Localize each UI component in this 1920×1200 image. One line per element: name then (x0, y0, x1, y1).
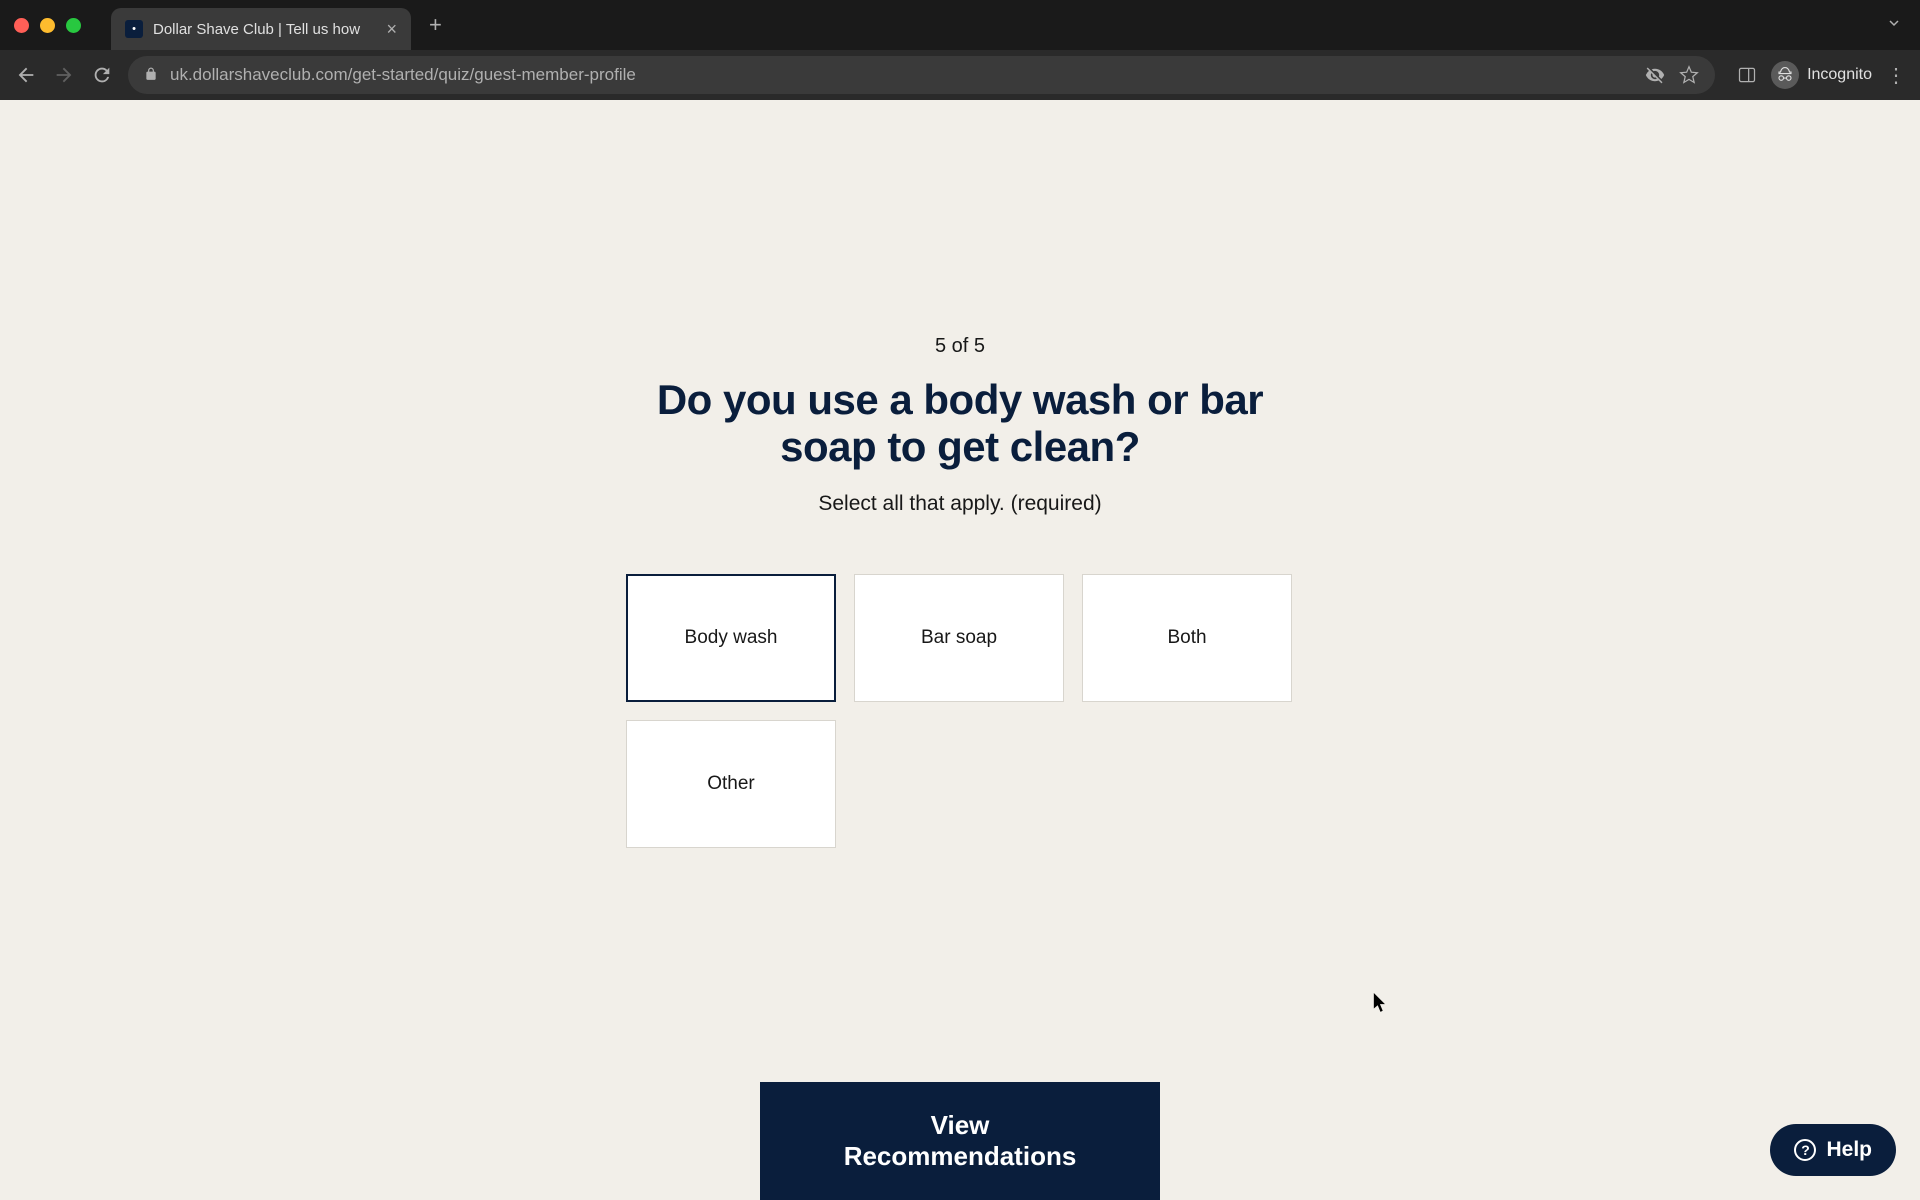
instruction-text: Select all that apply. (required) (620, 492, 1300, 516)
url-text: uk.dollarshaveclub.com/get-started/quiz/… (170, 65, 636, 85)
url-field[interactable]: uk.dollarshaveclub.com/get-started/quiz/… (128, 56, 1715, 94)
tab-close-icon[interactable]: × (386, 19, 397, 40)
option-label: Both (1167, 627, 1206, 649)
browser-chrome: • Dollar Shave Club | Tell us how × + uk… (0, 0, 1920, 100)
option-body-wash[interactable]: Body wash (626, 574, 836, 702)
progress-text: 5 of 5 (620, 335, 1300, 358)
tab-overflow-icon[interactable] (1886, 15, 1902, 36)
address-bar: uk.dollarshaveclub.com/get-started/quiz/… (0, 50, 1920, 100)
tab-favicon-icon: • (125, 20, 143, 38)
nav-forward-button[interactable] (52, 63, 76, 87)
option-label: Body wash (685, 627, 778, 649)
eye-off-icon[interactable] (1645, 65, 1665, 85)
option-label: Other (707, 773, 755, 795)
lock-icon (144, 67, 158, 84)
panel-icon[interactable] (1737, 65, 1757, 85)
view-recommendations-button[interactable]: View Recommendations (760, 1082, 1160, 1200)
star-icon[interactable] (1679, 65, 1699, 85)
incognito-icon (1771, 61, 1799, 89)
option-both[interactable]: Both (1082, 574, 1292, 702)
incognito-label: Incognito (1807, 66, 1872, 84)
window-controls (14, 18, 81, 33)
option-label: Bar soap (921, 627, 997, 649)
help-icon: ? (1794, 1139, 1816, 1161)
browser-tab[interactable]: • Dollar Shave Club | Tell us how × (111, 8, 411, 50)
nav-back-button[interactable] (14, 63, 38, 87)
help-widget[interactable]: ? Help (1770, 1124, 1896, 1176)
cursor-icon (1373, 993, 1388, 1018)
tab-title: Dollar Shave Club | Tell us how (153, 21, 376, 38)
option-other[interactable]: Other (626, 720, 836, 848)
nav-reload-button[interactable] (90, 63, 114, 87)
help-label: Help (1826, 1138, 1872, 1162)
option-bar-soap[interactable]: Bar soap (854, 574, 1064, 702)
toolbar-right: Incognito ⋮ (1737, 61, 1906, 89)
url-actions (1645, 65, 1699, 85)
window-close-button[interactable] (14, 18, 29, 33)
cta-label: View Recommendations (844, 1110, 1077, 1171)
window-maximize-button[interactable] (66, 18, 81, 33)
browser-menu-button[interactable]: ⋮ (1886, 63, 1906, 88)
new-tab-button[interactable]: + (429, 12, 442, 38)
quiz-container: 5 of 5 Do you use a body wash or bar soa… (620, 335, 1300, 848)
window-minimize-button[interactable] (40, 18, 55, 33)
tab-bar: • Dollar Shave Club | Tell us how × + (0, 0, 1920, 50)
page-content: 5 of 5 Do you use a body wash or bar soa… (0, 100, 1920, 1200)
options-grid: Body wash Bar soap Both Other (626, 574, 1294, 848)
question-title: Do you use a body wash or bar soap to ge… (620, 376, 1300, 470)
incognito-badge[interactable]: Incognito (1771, 61, 1872, 89)
